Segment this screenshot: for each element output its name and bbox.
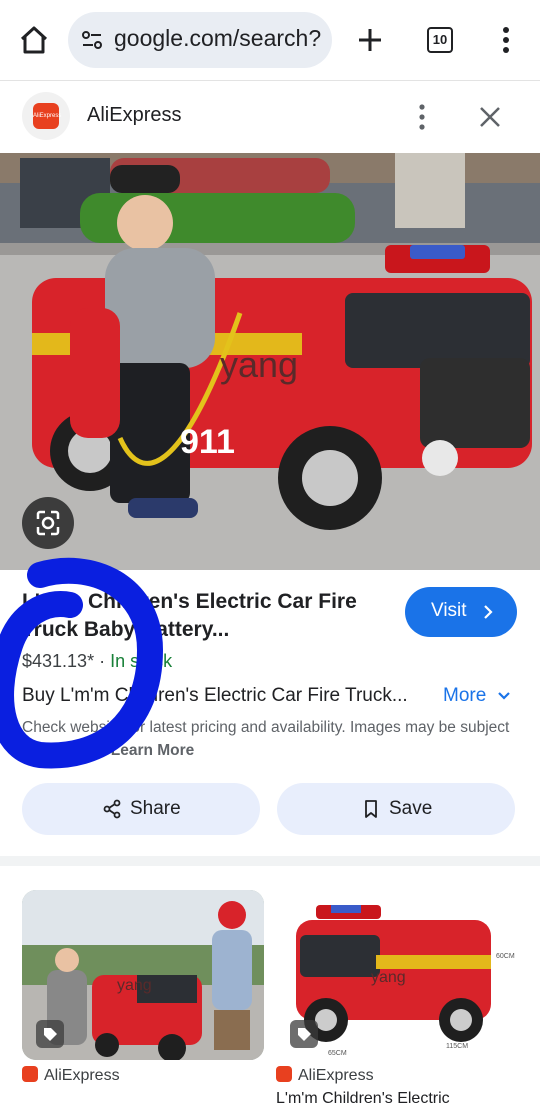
google-lens-icon <box>36 510 60 536</box>
plus-icon <box>359 29 381 51</box>
source-logo: AliExpress <box>22 92 70 140</box>
chevron-right-icon <box>484 605 493 619</box>
share-icon <box>103 799 121 819</box>
price-row: $431.13* · In stock <box>22 651 172 672</box>
visit-button[interactable]: Visit <box>405 587 517 637</box>
site-settings-icon[interactable] <box>80 28 104 52</box>
lens-search-button[interactable] <box>22 497 74 549</box>
aliexpress-logo-icon <box>276 1066 292 1082</box>
save-label: Save <box>389 798 433 819</box>
tab-count: 10 <box>427 27 453 53</box>
aliexpress-logo-icon <box>22 1066 38 1082</box>
source-options-button[interactable] <box>408 101 436 133</box>
related-image[interactable]: yang <box>22 890 264 1060</box>
disclaimer-text: Check website for latest pricing and ava… <box>22 719 510 759</box>
close-icon <box>480 107 500 127</box>
new-tab-button[interactable] <box>350 20 390 60</box>
related-watermark: yang <box>371 969 406 986</box>
related-source-name: AliExpress <box>298 1067 374 1084</box>
visit-label: Visit <box>431 600 467 621</box>
price-tag-icon <box>290 1020 318 1048</box>
address-bar[interactable]: google.com/search? <box>68 12 332 68</box>
related-source-name: AliExpress <box>44 1067 120 1084</box>
truck-number: 911 <box>180 423 235 461</box>
save-button[interactable]: Save <box>277 783 515 835</box>
source-name[interactable]: AliExpress <box>87 104 181 127</box>
dimension-label-height: 60CM <box>496 953 515 960</box>
more-button[interactable]: More <box>443 685 486 707</box>
product-description: Buy L'm'm Children's Electric Car Fire T… <box>22 685 408 706</box>
more-vert-icon <box>503 27 509 53</box>
home-icon <box>20 26 48 54</box>
dimension-label-width: 65CM <box>328 1050 347 1057</box>
product-title[interactable]: L'm'm Children's Electric Car Fire Truck… <box>22 588 388 644</box>
related-source[interactable]: AliExpress <box>22 1066 120 1085</box>
related-watermark: yang <box>117 977 152 994</box>
learn-more-link[interactable]: Learn More <box>111 742 195 759</box>
browser-toolbar: google.com/search? 10 <box>0 0 540 80</box>
bookmark-icon <box>365 800 377 818</box>
close-button[interactable] <box>474 101 506 133</box>
stock-status: In stock <box>110 651 173 671</box>
share-label: Share <box>130 798 181 819</box>
source-header: AliExpress AliExpress <box>0 81 540 153</box>
chevron-down-icon[interactable] <box>497 690 511 702</box>
price-separator: · <box>99 651 106 671</box>
url-text: google.com/search? <box>114 25 322 51</box>
image-watermark: yang <box>220 344 299 385</box>
share-button[interactable]: Share <box>22 783 260 835</box>
dimension-label-length: 115CM <box>446 1043 468 1050</box>
browser-menu-button[interactable] <box>490 20 522 60</box>
related-image[interactable]: 60CM 115CM 65CM yang <box>276 890 518 1060</box>
aliexpress-logo-icon: AliExpress <box>33 103 61 129</box>
price-tag-icon <box>36 1020 64 1048</box>
home-button[interactable] <box>14 20 54 60</box>
tab-switcher-button[interactable]: 10 <box>420 20 460 60</box>
price: $431.13* <box>22 651 95 671</box>
more-vert-icon <box>419 104 425 130</box>
section-separator <box>0 856 540 866</box>
related-title[interactable]: L'm'm Children's Electric <box>276 1090 518 1108</box>
related-source[interactable]: AliExpress <box>276 1066 374 1085</box>
disclaimer: Check website for latest pricing and ava… <box>22 716 518 762</box>
